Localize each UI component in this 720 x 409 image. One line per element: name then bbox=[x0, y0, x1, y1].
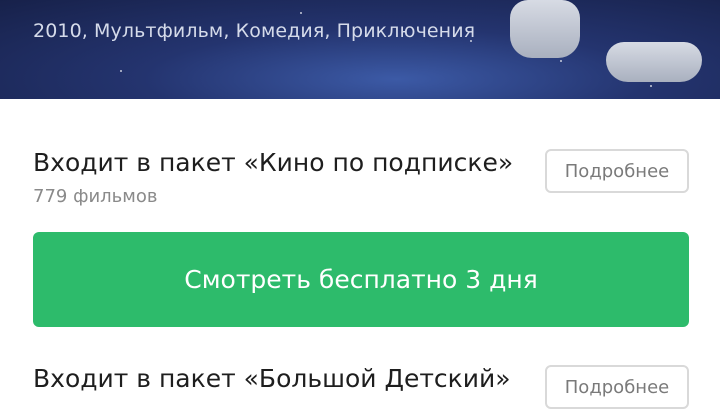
astronaut-boot-left bbox=[510, 0, 580, 58]
package-count: 779 фильмов bbox=[33, 186, 158, 207]
package-title: Входит в пакет «Большой Детский» bbox=[33, 364, 511, 393]
watch-free-button[interactable]: Смотреть бесплатно 3 дня bbox=[33, 232, 689, 327]
movie-meta: 2010, Мультфильм, Комедия, Приключения bbox=[33, 20, 476, 42]
movie-hero-banner: 2010, Мультфильм, Комедия, Приключения bbox=[0, 0, 720, 99]
astronaut-boot-right bbox=[606, 42, 702, 82]
more-button[interactable]: Подробнее bbox=[545, 149, 689, 193]
package-detsky: Входит в пакет «Большой Детский» Подробн… bbox=[33, 364, 689, 409]
more-button[interactable]: Подробнее bbox=[545, 365, 689, 409]
package-title: Входит в пакет «Кино по подписке» bbox=[33, 148, 514, 177]
package-kino: Входит в пакет «Кино по подписке» 779 фи… bbox=[33, 148, 689, 208]
